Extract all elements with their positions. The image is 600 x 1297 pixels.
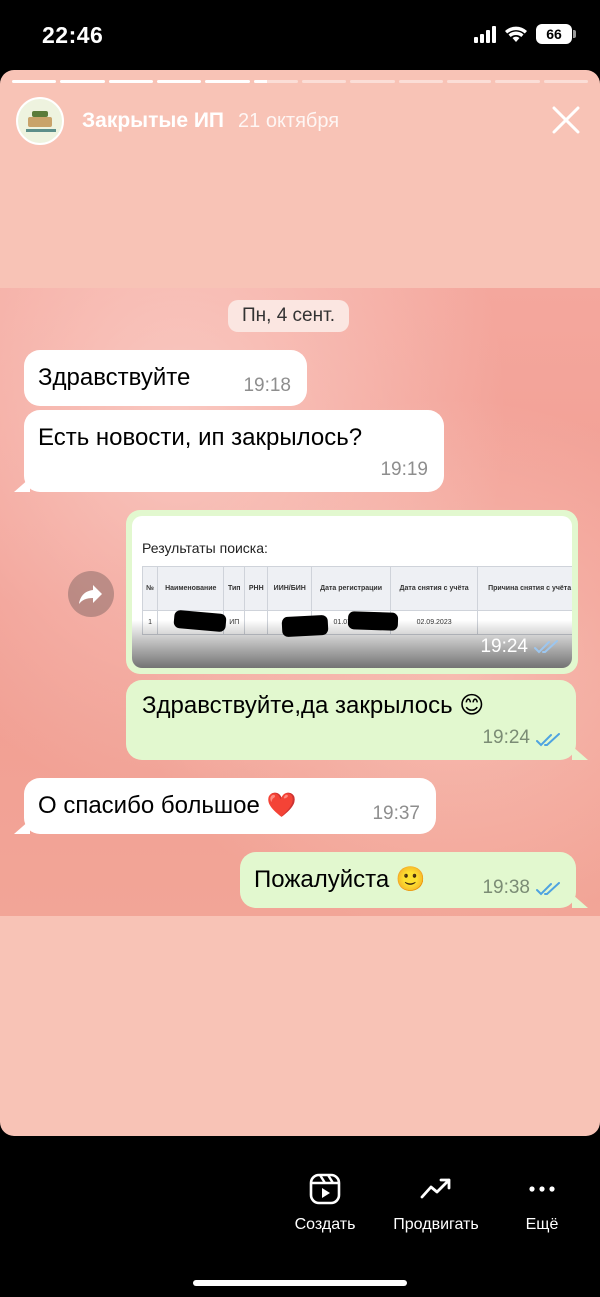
progress-segment bbox=[301, 80, 347, 83]
progress-segment bbox=[205, 80, 250, 83]
progress-segment bbox=[446, 80, 492, 83]
message-incoming: О спасибо большое ❤️ 19:37 bbox=[24, 778, 436, 834]
table-header-cell: Дата регистрации bbox=[311, 566, 391, 611]
progress-segment bbox=[12, 80, 57, 83]
message-time: 19:38 bbox=[482, 877, 530, 899]
status-bar: 22:46 66 bbox=[0, 0, 600, 70]
more-button[interactable]: Ещё bbox=[516, 1172, 568, 1234]
home-indicator[interactable] bbox=[193, 1280, 407, 1286]
table-header-cell: Дата снятия с учёта bbox=[389, 566, 479, 611]
read-ticks-icon bbox=[536, 882, 560, 896]
message-image[interactable]: Результаты поиска: № Наименование Тип РНН ИИ… bbox=[126, 510, 578, 674]
status-time: 22:46 bbox=[42, 22, 104, 48]
story-viewer[interactable]: Закрытые ИП 21 октября Пн, 4 сент. Здрав… bbox=[0, 70, 600, 1136]
forward-button[interactable] bbox=[68, 571, 114, 617]
progress-segment bbox=[108, 80, 153, 83]
message-incoming: Здравствуйте 19:18 bbox=[24, 350, 307, 406]
more-dots-icon bbox=[529, 1186, 555, 1192]
battery-icon: 66 bbox=[536, 24, 576, 44]
message-text: Здравствуйте,да закрылось 😊 bbox=[142, 692, 485, 719]
story-progress bbox=[12, 80, 588, 83]
bottom-action-bar: Создать Продвигать Ещё bbox=[0, 1136, 600, 1297]
account-name[interactable]: Закрытые ИП bbox=[82, 109, 224, 133]
message-outgoing: Здравствуйте,да закрылось 😊 19:24 bbox=[126, 680, 576, 760]
message-time: 19:24 bbox=[480, 636, 528, 657]
progress-segment bbox=[156, 80, 202, 83]
progress-segment bbox=[398, 80, 443, 83]
promote-button[interactable]: Продвигать bbox=[386, 1172, 486, 1234]
table-header-cell: ИИН/БИН bbox=[267, 566, 313, 611]
search-results-image: Результаты поиска: № Наименование Тип РНН ИИ… bbox=[132, 516, 572, 668]
reels-icon bbox=[309, 1173, 341, 1205]
close-icon[interactable] bbox=[548, 102, 584, 138]
table-header-cell: № bbox=[141, 566, 159, 611]
wifi-icon bbox=[505, 26, 527, 42]
signal-icon bbox=[474, 25, 496, 43]
progress-segment bbox=[543, 80, 588, 83]
read-ticks-icon bbox=[536, 733, 560, 747]
message-time: 19:37 bbox=[372, 803, 420, 825]
table-header-cell: Причина снятия с учёта bbox=[477, 566, 572, 611]
trend-up-icon bbox=[420, 1178, 451, 1199]
progress-segment bbox=[495, 80, 540, 83]
table-header-cell: Тип bbox=[223, 566, 246, 611]
more-label: Ещё bbox=[525, 1216, 559, 1233]
message-time: 19:24 bbox=[482, 727, 530, 749]
chat-screenshot: Пн, 4 сент. Здравствуйте 19:18 Есть ново… bbox=[0, 288, 600, 916]
message-text: Здравствуйте bbox=[38, 364, 191, 391]
promote-label: Продвигать bbox=[393, 1216, 479, 1233]
message-text: Есть новости, ип закрылось? bbox=[38, 424, 363, 451]
table-header-cell: РНН bbox=[244, 566, 269, 611]
forward-icon bbox=[79, 585, 102, 604]
message-outgoing: Пожалуйста 🙂 19:38 bbox=[240, 852, 576, 908]
progress-segment bbox=[60, 80, 105, 83]
create-button[interactable]: Создать bbox=[288, 1172, 362, 1234]
story-header: Закрытые ИП 21 октября bbox=[16, 96, 584, 146]
status-icons: 66 bbox=[474, 24, 576, 44]
message-text: Пожалуйста 🙂 bbox=[254, 866, 426, 893]
message-time: 19:19 bbox=[380, 459, 428, 481]
table-header-cell: Наименование bbox=[157, 566, 225, 611]
results-title: Результаты поиска: bbox=[142, 540, 268, 556]
create-label: Создать bbox=[294, 1216, 356, 1233]
progress-segment bbox=[253, 80, 298, 83]
message-text: О спасибо большое ❤️ bbox=[38, 792, 297, 819]
message-time: 19:18 bbox=[243, 375, 291, 397]
progress-segment bbox=[350, 80, 395, 83]
message-incoming: Есть новости, ип закрылось? 19:19 bbox=[24, 410, 444, 492]
date-divider: Пн, 4 сент. bbox=[228, 300, 349, 332]
story-date: 21 октября bbox=[238, 109, 340, 132]
avatar[interactable] bbox=[16, 97, 64, 145]
read-ticks-icon bbox=[534, 640, 558, 654]
